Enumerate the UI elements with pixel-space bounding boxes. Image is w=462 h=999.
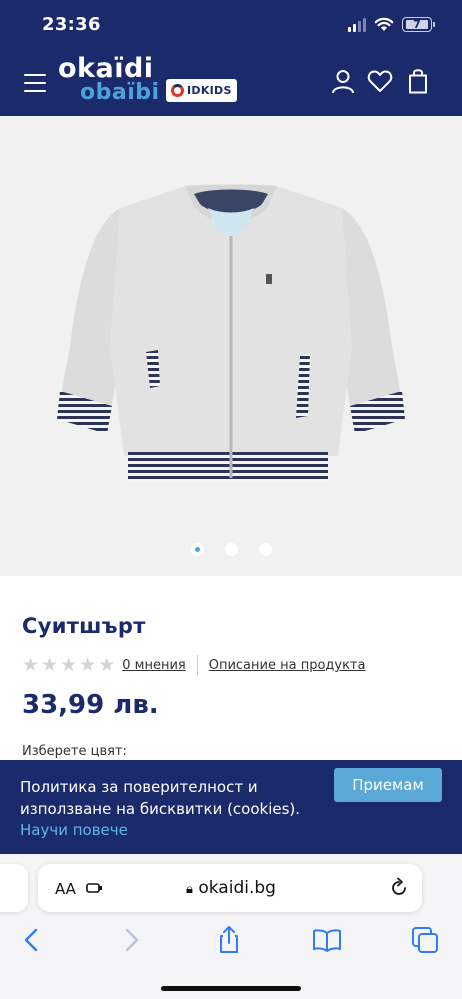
star-icon: ★: [79, 653, 97, 676]
battery-level: 7: [406, 19, 428, 30]
gallery-dot[interactable]: [224, 543, 238, 556]
gallery-dot[interactable]: [258, 543, 272, 556]
color-select-label: Изберете цвят:: [22, 744, 127, 759]
tabs-icon[interactable]: [410, 925, 440, 955]
reload-icon[interactable]: [388, 877, 410, 899]
status-time: 23:36: [42, 14, 101, 35]
star-icon: ★: [98, 653, 116, 676]
reviews-link[interactable]: 0 мнения: [122, 658, 185, 673]
product-title: Суитшърт: [22, 614, 146, 638]
lock-icon: 🔒︎: [186, 882, 193, 897]
learn-more-link[interactable]: Научи повече: [20, 821, 128, 839]
idkids-badge[interactable]: IDKIDS: [166, 79, 237, 102]
idkids-label: IDKIDS: [187, 84, 232, 97]
bookmarks-icon[interactable]: [312, 925, 342, 955]
logo-okaidi: okaïdi: [58, 53, 154, 84]
menu-icon[interactable]: [24, 74, 46, 92]
product-image: [57, 184, 405, 482]
description-link[interactable]: Описание на продукта: [209, 658, 366, 673]
cookie-text: Политика за поверителност и използване н…: [20, 778, 301, 818]
share-icon[interactable]: [214, 925, 244, 955]
home-indicator: [161, 986, 301, 991]
rating-stars: ★ ★ ★ ★ ★: [22, 653, 116, 676]
star-icon: ★: [41, 653, 59, 676]
status-icons: 7: [348, 17, 435, 32]
battery-icon: 7: [402, 17, 435, 32]
star-icon: ★: [60, 653, 78, 676]
site-header: 23:36 7 okaïdi obaïbi IDKIDS: [0, 0, 462, 116]
star-icon: ★: [22, 653, 40, 676]
divider: [196, 655, 198, 675]
heart-icon[interactable]: [367, 68, 393, 94]
product-price: 33,99 лв.: [22, 690, 159, 720]
signal-icon: [348, 17, 366, 32]
gallery-dot[interactable]: [190, 543, 204, 556]
bag-icon[interactable]: [405, 68, 431, 94]
idkids-mark-icon: [171, 84, 184, 97]
accept-cookies-button[interactable]: Приемам: [334, 768, 442, 802]
product-image-gallery[interactable]: [0, 116, 462, 576]
account-icon[interactable]: [330, 68, 356, 94]
forward-icon[interactable]: [116, 925, 146, 955]
wifi-icon: [374, 17, 394, 31]
okaidi-logo[interactable]: okaïdi obaïbi: [58, 53, 162, 105]
rating-row: ★ ★ ★ ★ ★ 0 мнения Описание на продукта: [22, 655, 365, 675]
gallery-dots: [0, 543, 462, 556]
logo-obaibi: obaïbi: [80, 80, 160, 105]
url-text: okaidi.bg: [198, 878, 276, 898]
back-icon[interactable]: [17, 925, 47, 955]
phone-screen: 23:36 7 okaïdi obaïbi IDKIDS Суитшърт ★ …: [0, 0, 462, 999]
